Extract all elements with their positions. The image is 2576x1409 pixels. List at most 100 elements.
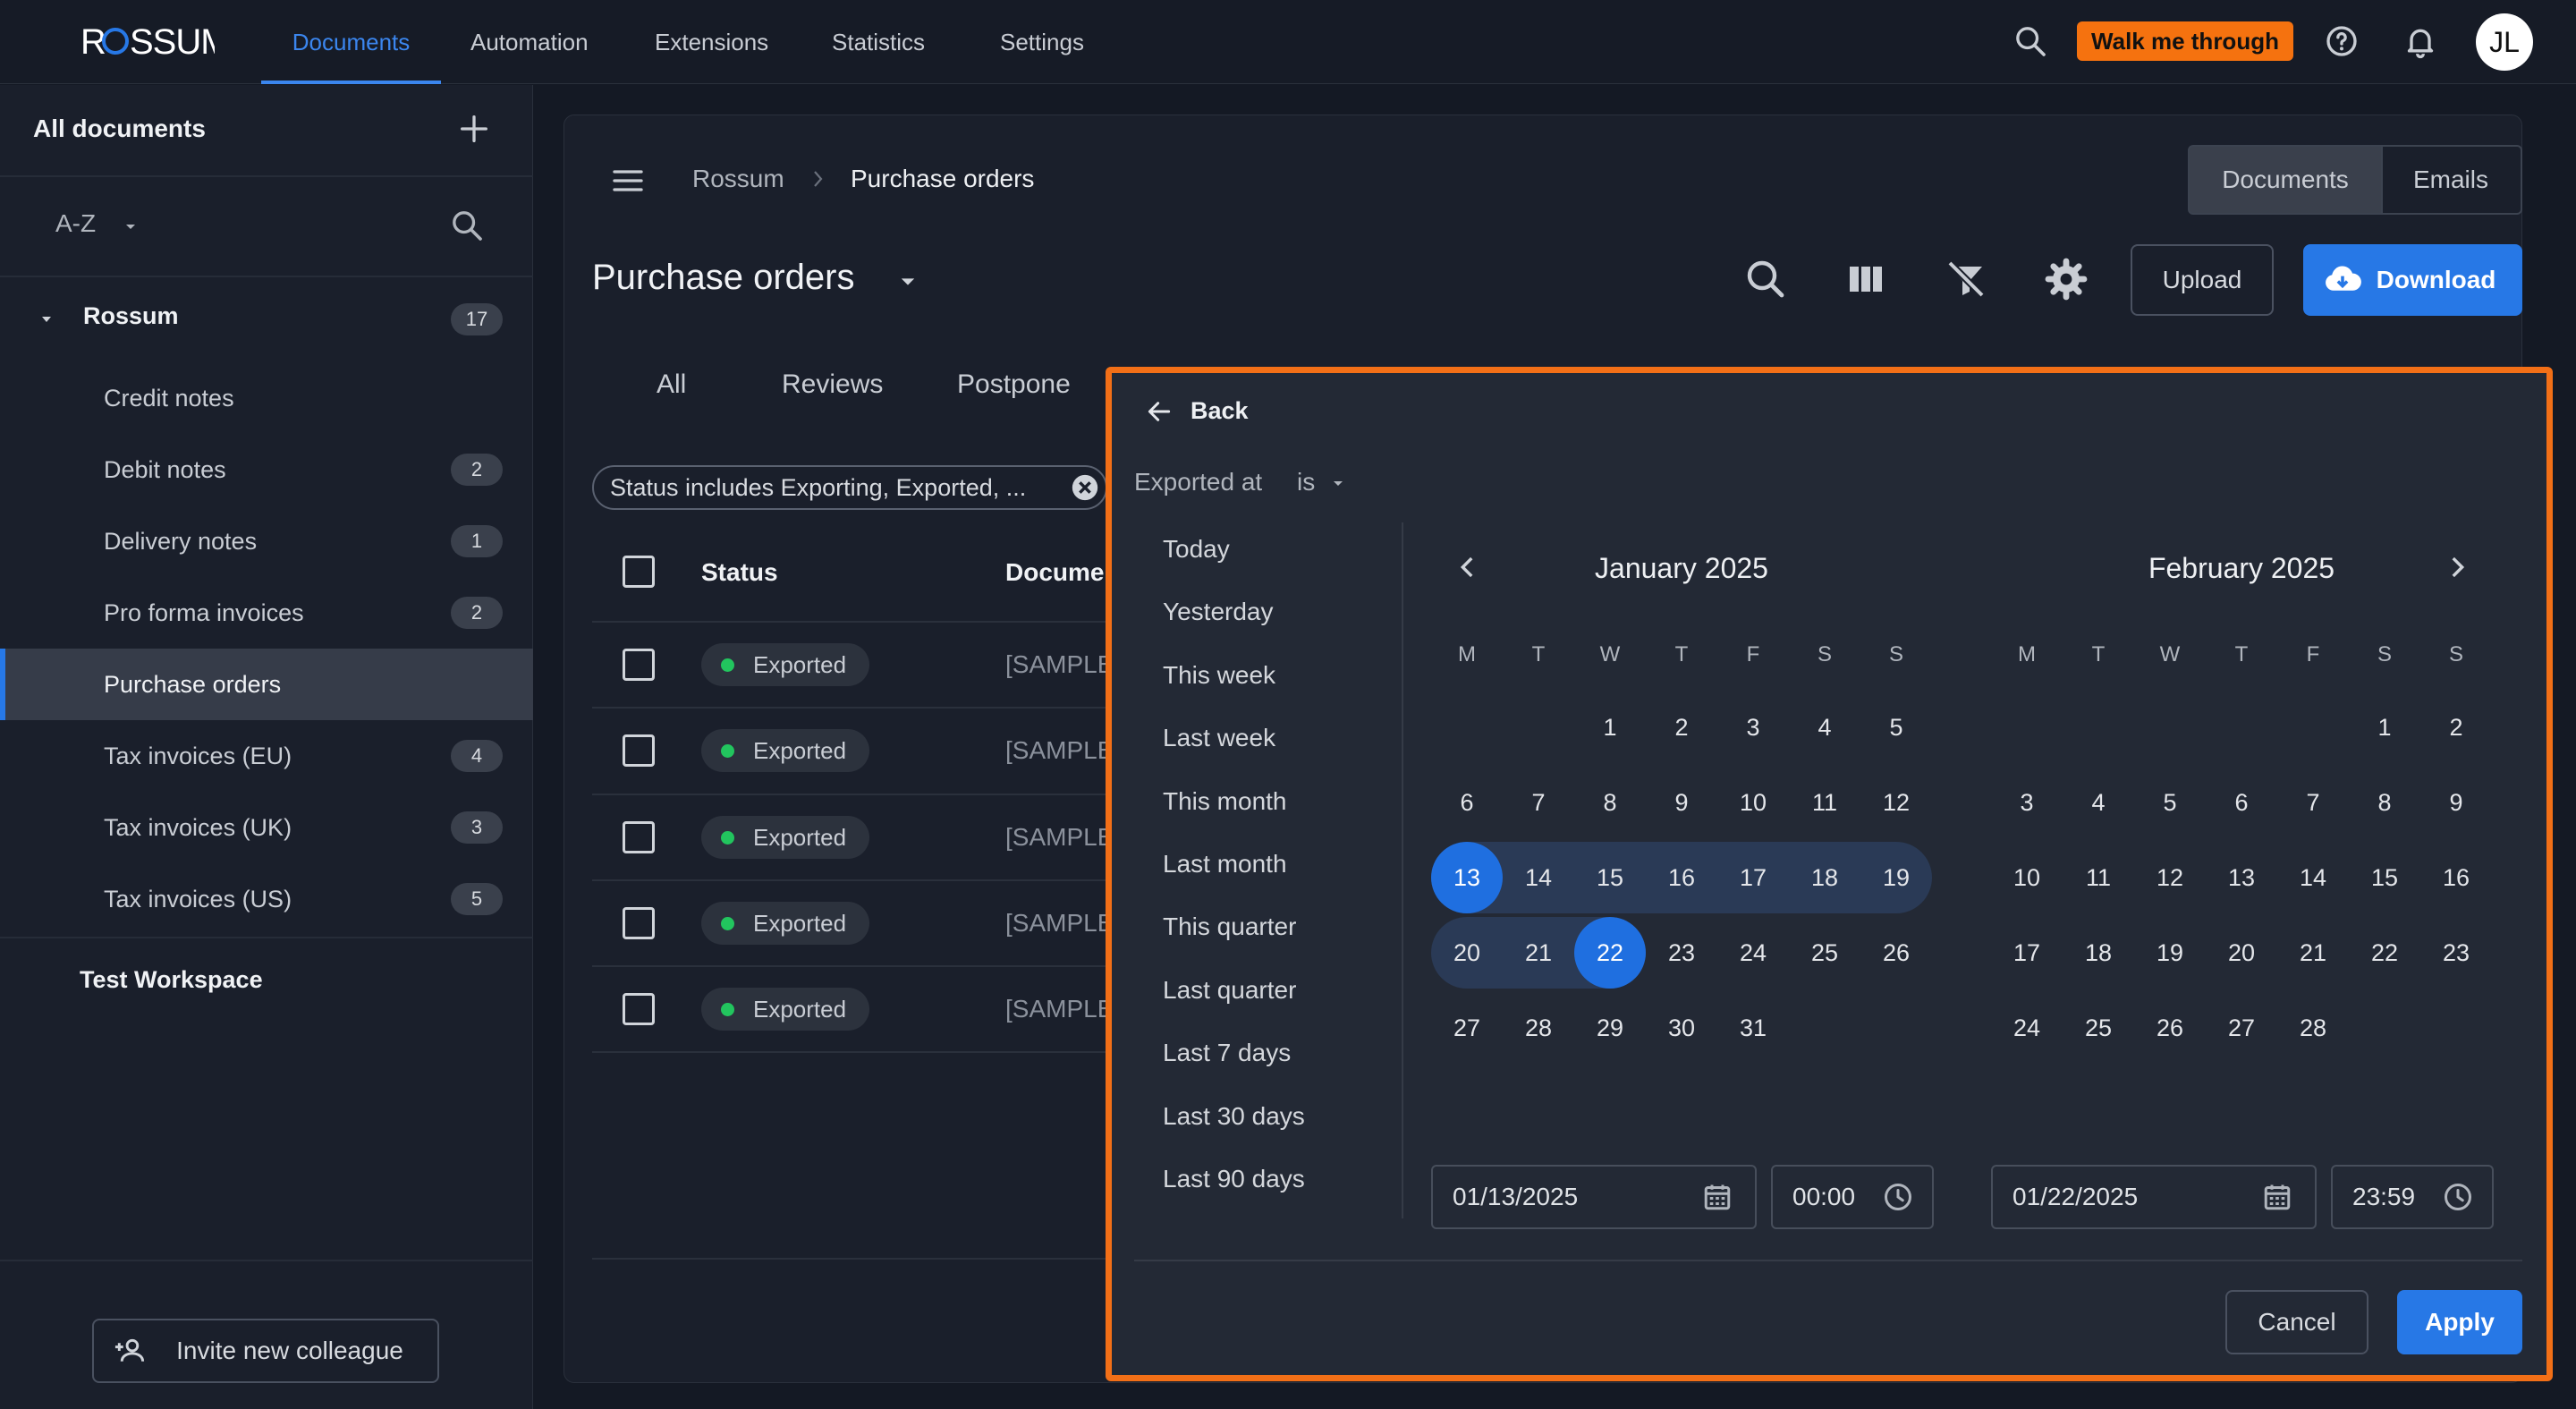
sort-select[interactable]: A-Z <box>55 209 96 238</box>
calendar-day[interactable]: 23 <box>1646 917 1717 989</box>
select-all-checkbox[interactable] <box>623 556 655 588</box>
document-name[interactable]: [SAMPLE <box>1005 729 1106 772</box>
calendar-day[interactable]: 14 <box>1503 842 1574 913</box>
caret-down-icon[interactable] <box>122 217 140 235</box>
preset-yesterday[interactable]: Yesterday <box>1163 590 1274 633</box>
calendar-day[interactable]: 16 <box>2420 842 2492 913</box>
preset-last-90-days[interactable]: Last 90 days <box>1163 1158 1305 1201</box>
preset-last-30-days[interactable]: Last 30 days <box>1163 1095 1305 1138</box>
clear-filter-icon[interactable] <box>1941 254 1991 304</box>
help-icon[interactable] <box>2324 23 2360 59</box>
collapse-caret-icon[interactable] <box>38 310 55 328</box>
row-checkbox[interactable] <box>623 649 655 681</box>
caret-down-icon[interactable] <box>1329 474 1347 492</box>
walk-me-through-button[interactable]: Walk me through <box>2077 21 2293 61</box>
back-button[interactable]: Back <box>1191 397 1249 425</box>
calendar-day[interactable]: 27 <box>1431 992 1503 1064</box>
chip-close-icon[interactable] <box>1070 472 1100 503</box>
range-start-day[interactable]: 13 <box>1431 842 1503 913</box>
calendar-day[interactable]: 8 <box>2349 767 2420 838</box>
nav-documents[interactable]: Documents <box>261 0 441 84</box>
sidebar-item-credit-notes[interactable]: Credit notes <box>104 362 234 434</box>
document-name[interactable]: [SAMPLE <box>1005 816 1106 859</box>
calendar-day[interactable]: 27 <box>2206 992 2277 1064</box>
column-status[interactable]: Status <box>701 558 778 587</box>
calendar-day[interactable]: 20 <box>1431 917 1503 989</box>
preset-last-week[interactable]: Last week <box>1163 717 1275 760</box>
sidebar-item-pro-forma-invoices[interactable]: Pro forma invoices <box>104 577 304 649</box>
calendar-day[interactable]: 3 <box>1991 767 2063 838</box>
preset-today[interactable]: Today <box>1163 528 1230 571</box>
calendar-day[interactable]: 25 <box>2063 992 2134 1064</box>
tab-postpone[interactable]: Postpone <box>957 358 1071 412</box>
nav-statistics[interactable]: Statistics <box>832 0 925 84</box>
row-checkbox[interactable] <box>623 734 655 767</box>
preset-this-month[interactable]: This month <box>1163 780 1287 823</box>
calendar-day[interactable]: 29 <box>1574 992 1646 1064</box>
calendar-day[interactable]: 15 <box>2349 842 2420 913</box>
add-icon[interactable] <box>456 111 492 147</box>
rossum-logo[interactable]: R SSUM <box>80 16 215 66</box>
search-documents-icon[interactable] <box>1741 254 1791 304</box>
status-filter-chip[interactable]: Status includes Exporting, Exported, ... <box>592 465 1107 510</box>
calendar-day[interactable]: 30 <box>1646 992 1717 1064</box>
sidebar-item-tax-invoices-uk[interactable]: Tax invoices (UK) <box>104 792 292 863</box>
chevron-right-icon[interactable] <box>2442 552 2472 582</box>
calendar-day[interactable]: 17 <box>1991 917 2063 989</box>
calendar-day[interactable]: 4 <box>1789 692 1860 763</box>
sidebar-item-tax-invoices-eu[interactable]: Tax invoices (EU) <box>104 720 292 792</box>
nav-automation[interactable]: Automation <box>470 0 589 84</box>
calendar-day[interactable]: 11 <box>1789 767 1860 838</box>
calendar-day[interactable]: 15 <box>1574 842 1646 913</box>
calendar-day[interactable]: 3 <box>1717 692 1789 763</box>
calendar-day[interactable]: 7 <box>1503 767 1574 838</box>
calendar-day[interactable]: 5 <box>1860 692 1932 763</box>
calendar-day[interactable]: 17 <box>1717 842 1789 913</box>
documents-toggle[interactable]: Documents <box>2188 145 2383 215</box>
row-checkbox[interactable] <box>623 993 655 1025</box>
sidebar-search-icon[interactable] <box>449 208 485 243</box>
calendar-icon[interactable] <box>2261 1181 2293 1213</box>
sidebar-item-purchase-orders[interactable]: Purchase orders <box>104 649 281 720</box>
preset-last-quarter[interactable]: Last quarter <box>1163 969 1296 1012</box>
preset-last-month[interactable]: Last month <box>1163 843 1287 886</box>
range-end-day[interactable]: 22 <box>1574 917 1646 989</box>
bell-icon[interactable] <box>2402 23 2438 59</box>
preset-this-quarter[interactable]: This quarter <box>1163 905 1296 948</box>
calendar-day[interactable]: 9 <box>1646 767 1717 838</box>
row-checkbox[interactable] <box>623 907 655 939</box>
calendar-day[interactable]: 6 <box>2206 767 2277 838</box>
document-name[interactable]: [SAMPLE <box>1005 988 1106 1031</box>
operator-select[interactable]: is <box>1297 468 1315 497</box>
calendar-day[interactable]: 23 <box>2420 917 2492 989</box>
tab-reviews[interactable]: Reviews <box>782 358 883 412</box>
document-name[interactable]: [SAMPLE <box>1005 643 1106 686</box>
calendar-day[interactable]: 2 <box>1646 692 1717 763</box>
search-icon[interactable] <box>2012 23 2048 59</box>
workspace-test[interactable]: Test Workspace <box>80 966 263 994</box>
arrow-left-icon[interactable] <box>1145 397 1174 426</box>
sidebar-item-debit-notes[interactable]: Debit notes <box>104 434 226 505</box>
clock-icon[interactable] <box>2442 1181 2474 1213</box>
workspace-rossum[interactable]: Rossum <box>83 302 179 330</box>
calendar-day[interactable]: 21 <box>1503 917 1574 989</box>
columns-icon[interactable] <box>1841 254 1891 304</box>
clock-icon[interactable] <box>1882 1181 1914 1213</box>
calendar-day[interactable]: 18 <box>1789 842 1860 913</box>
calendar-day[interactable]: 16 <box>1646 842 1717 913</box>
tab-all[interactable]: All <box>657 358 686 412</box>
calendar-day[interactable]: 4 <box>2063 767 2134 838</box>
document-name[interactable]: [SAMPLE <box>1005 902 1106 945</box>
calendar-day[interactable]: 21 <box>2277 917 2349 989</box>
emails-toggle[interactable]: Emails <box>2381 145 2522 215</box>
calendar-day[interactable]: 26 <box>1860 917 1932 989</box>
sidebar-item-delivery-notes[interactable]: Delivery notes <box>104 505 257 577</box>
calendar-day[interactable]: 28 <box>2277 992 2349 1064</box>
calendar-day[interactable]: 5 <box>2134 767 2206 838</box>
preset-last-7-days[interactable]: Last 7 days <box>1163 1031 1291 1074</box>
calendar-day[interactable]: 25 <box>1789 917 1860 989</box>
calendar-day[interactable]: 10 <box>1717 767 1789 838</box>
gear-icon[interactable] <box>2041 254 2091 304</box>
column-document[interactable]: Documen <box>1005 558 1106 587</box>
sidebar-item-tax-invoices-us[interactable]: Tax invoices (US) <box>104 863 292 935</box>
